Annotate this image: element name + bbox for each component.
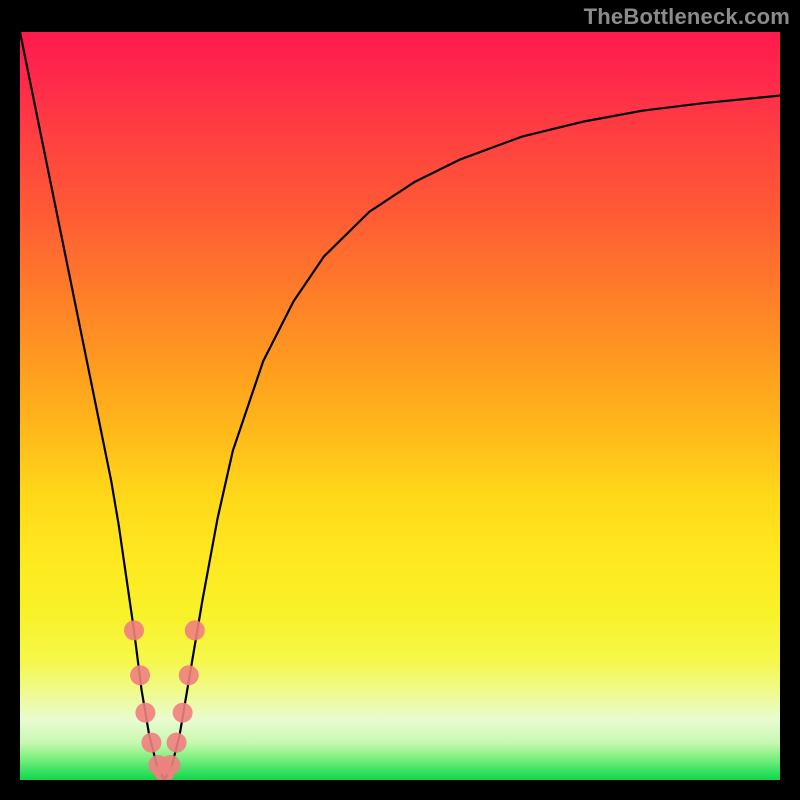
marker-dot xyxy=(141,733,161,753)
marker-dot xyxy=(167,733,187,753)
plot-svg xyxy=(20,32,780,780)
plot-area xyxy=(20,32,780,780)
marker-dot xyxy=(135,703,155,723)
marker-dot xyxy=(160,755,180,775)
marker-dot xyxy=(124,620,144,640)
marker-dot xyxy=(185,620,205,640)
marker-dot xyxy=(173,703,193,723)
chart-frame: TheBottleneck.com xyxy=(0,0,800,800)
watermark-text: TheBottleneck.com xyxy=(584,4,790,30)
marker-dot xyxy=(130,665,150,685)
marker-dot xyxy=(179,665,199,685)
